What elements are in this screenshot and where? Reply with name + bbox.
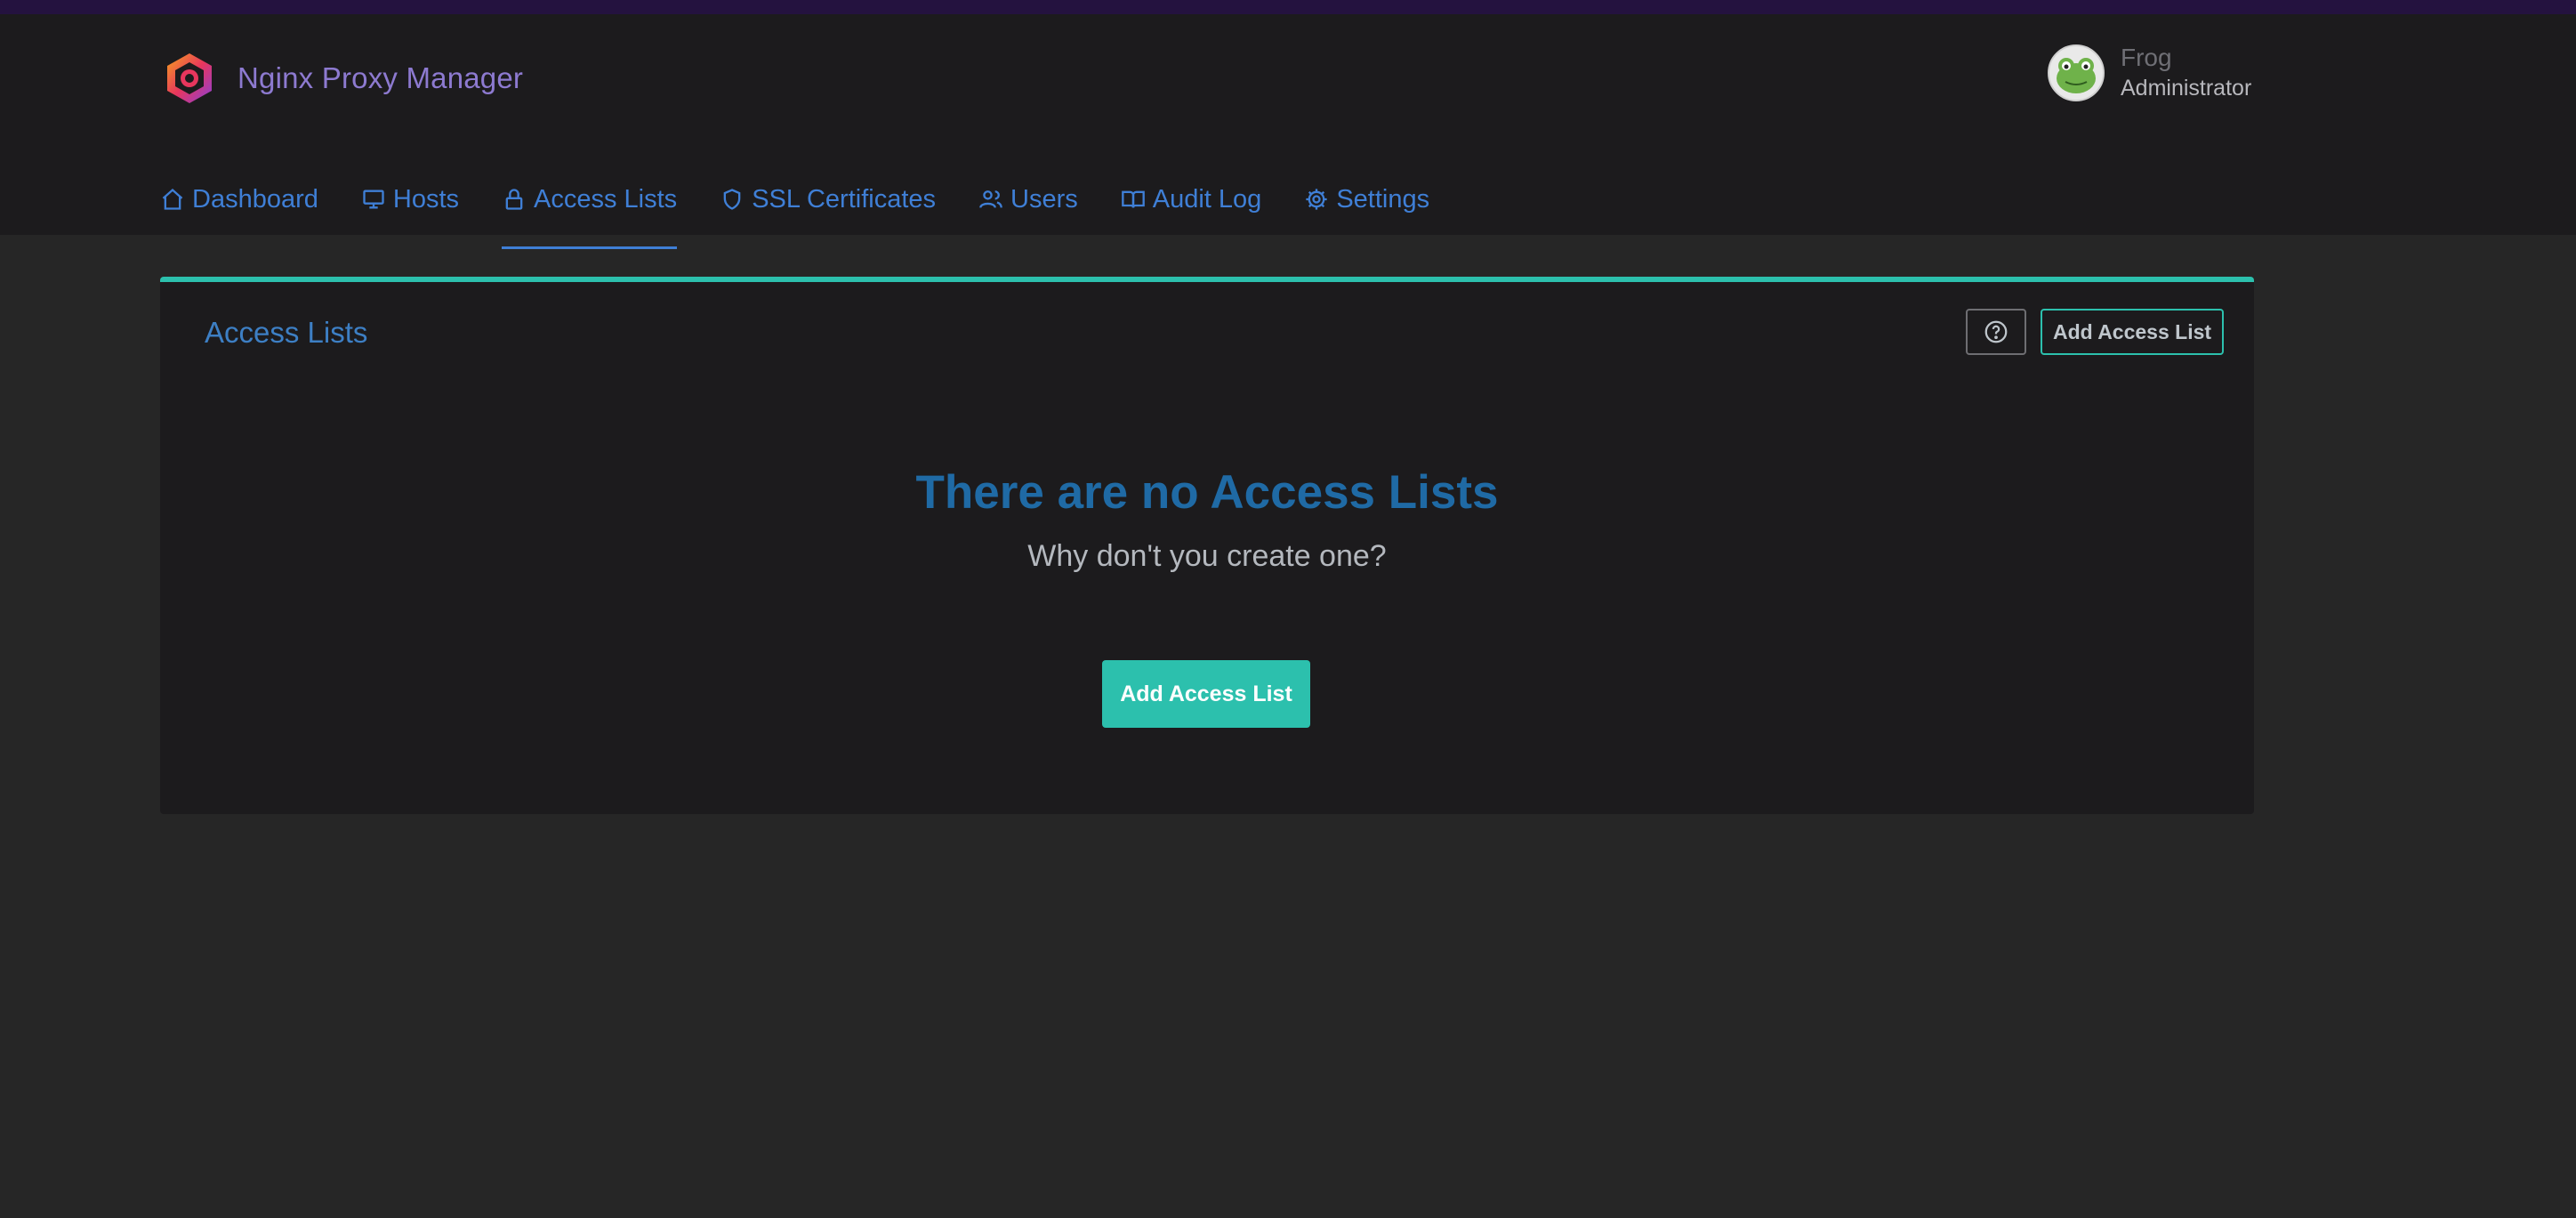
frog-avatar <box>2048 44 2105 101</box>
empty-state-subtitle: Why don't you create one? <box>1027 539 1387 573</box>
nav-item-settings[interactable]: Settings <box>1304 164 1429 235</box>
help-circle-icon <box>1984 320 2008 343</box>
lock-icon <box>505 189 523 210</box>
home-icon <box>162 188 183 210</box>
user-role: Administrator <box>2121 76 2252 101</box>
nav-item-hosts[interactable]: Hosts <box>361 164 459 235</box>
empty-state-title: There are no Access Lists <box>915 466 1499 519</box>
book-icon <box>1121 190 1145 208</box>
nginx-proxy-manager-logo <box>167 53 212 103</box>
add-access-list-button-header[interactable]: Add Access List <box>2041 309 2224 355</box>
browser-top-strip <box>0 0 2576 14</box>
user-name: Frog <box>2121 44 2172 71</box>
help-button[interactable] <box>1966 309 2026 355</box>
nav-item-label: Dashboard <box>192 184 318 214</box>
access-lists-card: Access Lists Add Access List There are n… <box>160 277 2254 814</box>
add-access-list-button[interactable]: Add Access List <box>1102 660 1310 728</box>
nav-item-access-lists[interactable]: Access Lists <box>502 164 678 249</box>
brand[interactable]: Nginx Proxy Manager <box>163 46 523 110</box>
nav-item-label: Settings <box>1336 184 1430 214</box>
nav-item-users[interactable]: Users <box>978 164 1078 235</box>
nav-item-dashboard[interactable]: Dashboard <box>160 164 318 235</box>
shield-icon <box>723 189 741 210</box>
gear-icon <box>1306 189 1327 210</box>
monitor-icon <box>363 190 384 209</box>
nav-item-label: Access Lists <box>534 184 678 214</box>
nav-item-label: Hosts <box>392 184 460 214</box>
nav-item-audit-log[interactable]: Audit Log <box>1121 164 1262 235</box>
nav-item-ssl-certificates[interactable]: SSL Certificates <box>720 164 936 235</box>
user-menu[interactable]: Frog Administrator <box>2048 43 2251 103</box>
app-name: Nginx Proxy Manager <box>237 61 524 94</box>
nav-item-label: Users <box>1010 184 1078 214</box>
app-header: Nginx Proxy Manager Frog Administrator D… <box>0 14 2576 249</box>
nav-item-label: Audit Log <box>1152 184 1262 214</box>
nav-item-label: SSL Certificates <box>752 184 937 214</box>
main-nav: Dashboard Hosts Access Lists SSL Certifi… <box>160 164 1472 249</box>
card-title: Access Lists <box>205 316 368 349</box>
users-icon <box>979 190 1002 208</box>
